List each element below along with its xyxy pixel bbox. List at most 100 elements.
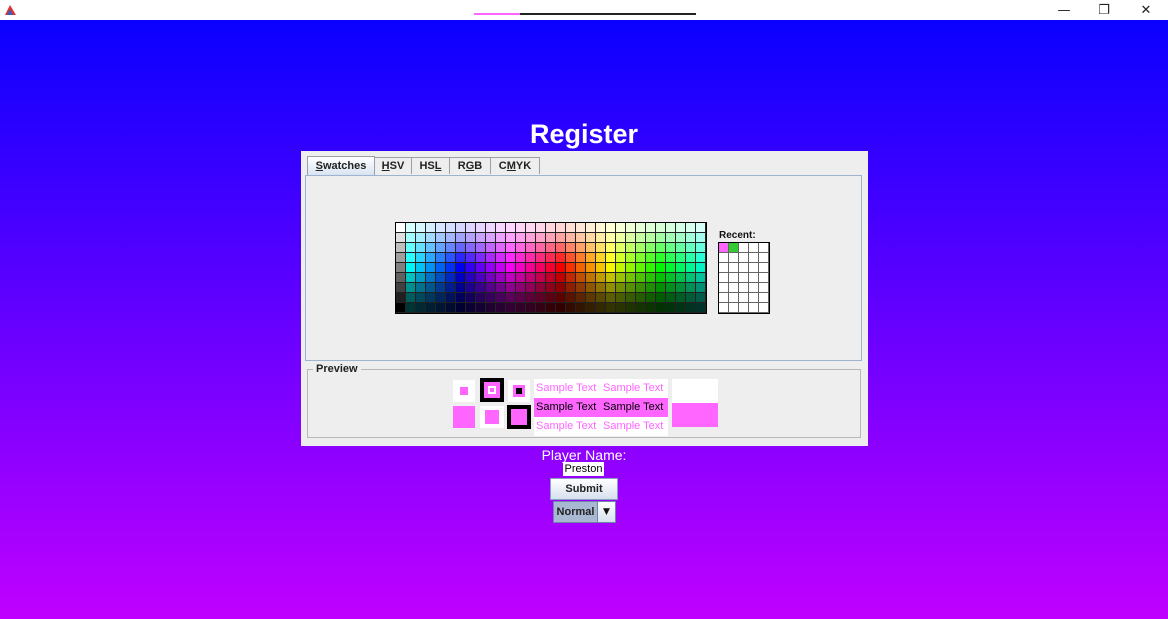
color-swatch[interactable] bbox=[696, 243, 706, 253]
color-swatch[interactable] bbox=[446, 293, 456, 303]
recent-swatch[interactable] bbox=[759, 273, 769, 283]
color-swatch[interactable] bbox=[656, 273, 666, 283]
recent-swatch[interactable] bbox=[729, 283, 739, 293]
color-swatch[interactable] bbox=[476, 243, 486, 253]
color-swatch[interactable] bbox=[656, 283, 666, 293]
recent-swatch[interactable] bbox=[739, 273, 749, 283]
color-swatch[interactable] bbox=[486, 253, 496, 263]
recent-swatch[interactable] bbox=[739, 263, 749, 273]
color-swatch[interactable] bbox=[436, 223, 446, 233]
color-swatch[interactable] bbox=[496, 263, 506, 273]
color-swatch[interactable] bbox=[406, 223, 416, 233]
color-swatch[interactable] bbox=[626, 293, 636, 303]
recent-swatch[interactable] bbox=[759, 293, 769, 303]
color-swatch[interactable] bbox=[396, 263, 406, 273]
color-swatch[interactable] bbox=[536, 233, 546, 243]
color-swatch[interactable] bbox=[686, 293, 696, 303]
color-swatch[interactable] bbox=[496, 303, 506, 313]
color-swatch[interactable] bbox=[626, 283, 636, 293]
color-swatch[interactable] bbox=[506, 293, 516, 303]
color-swatch[interactable] bbox=[516, 263, 526, 273]
recent-swatch[interactable] bbox=[749, 303, 759, 313]
color-swatch[interactable] bbox=[426, 273, 436, 283]
color-swatch[interactable] bbox=[566, 263, 576, 273]
color-swatch[interactable] bbox=[646, 303, 656, 313]
color-swatch[interactable] bbox=[396, 233, 406, 243]
color-swatch[interactable] bbox=[676, 263, 686, 273]
color-swatch[interactable] bbox=[576, 303, 586, 313]
color-swatch[interactable] bbox=[396, 293, 406, 303]
color-swatch[interactable] bbox=[616, 303, 626, 313]
color-swatch[interactable] bbox=[576, 243, 586, 253]
color-swatch[interactable] bbox=[516, 273, 526, 283]
color-swatch[interactable] bbox=[696, 263, 706, 273]
recent-swatch[interactable] bbox=[729, 263, 739, 273]
color-swatch[interactable] bbox=[626, 303, 636, 313]
color-swatch[interactable] bbox=[496, 223, 506, 233]
tab-swatches[interactable]: Swatches bbox=[307, 156, 375, 175]
color-swatch[interactable] bbox=[486, 283, 496, 293]
color-swatch[interactable] bbox=[586, 233, 596, 243]
color-swatch[interactable] bbox=[496, 273, 506, 283]
player-name-input[interactable]: Preston bbox=[563, 462, 604, 476]
color-swatch[interactable] bbox=[466, 283, 476, 293]
recent-swatch[interactable] bbox=[719, 273, 729, 283]
color-swatch[interactable] bbox=[666, 273, 676, 283]
color-swatch[interactable] bbox=[476, 233, 486, 243]
color-swatch[interactable] bbox=[396, 243, 406, 253]
color-swatch[interactable] bbox=[606, 263, 616, 273]
color-swatch[interactable] bbox=[576, 283, 586, 293]
color-swatch[interactable] bbox=[666, 223, 676, 233]
color-swatch[interactable] bbox=[496, 233, 506, 243]
color-swatch[interactable] bbox=[596, 243, 606, 253]
color-swatch[interactable] bbox=[456, 223, 466, 233]
color-swatch[interactable] bbox=[686, 243, 696, 253]
color-swatch[interactable] bbox=[656, 223, 666, 233]
color-swatch[interactable] bbox=[426, 293, 436, 303]
color-swatch[interactable] bbox=[626, 223, 636, 233]
color-swatch[interactable] bbox=[536, 253, 546, 263]
color-swatch[interactable] bbox=[446, 273, 456, 283]
color-swatch[interactable] bbox=[546, 303, 556, 313]
color-swatch[interactable] bbox=[676, 283, 686, 293]
color-swatch[interactable] bbox=[556, 223, 566, 233]
color-swatch[interactable] bbox=[486, 263, 496, 273]
color-swatch[interactable] bbox=[466, 293, 476, 303]
color-swatch[interactable] bbox=[686, 283, 696, 293]
color-swatch[interactable] bbox=[606, 223, 616, 233]
color-swatch[interactable] bbox=[496, 243, 506, 253]
color-swatch[interactable] bbox=[416, 223, 426, 233]
color-swatch[interactable] bbox=[466, 243, 476, 253]
color-swatch[interactable] bbox=[516, 233, 526, 243]
color-swatch[interactable] bbox=[606, 243, 616, 253]
color-swatch[interactable] bbox=[636, 243, 646, 253]
color-swatch[interactable] bbox=[626, 233, 636, 243]
color-swatch[interactable] bbox=[426, 263, 436, 273]
color-swatch[interactable] bbox=[446, 303, 456, 313]
color-swatch[interactable] bbox=[446, 233, 456, 243]
color-swatch[interactable] bbox=[606, 253, 616, 263]
recent-swatch[interactable] bbox=[749, 253, 759, 263]
color-swatch[interactable] bbox=[526, 223, 536, 233]
color-swatch[interactable] bbox=[616, 293, 626, 303]
color-swatch[interactable] bbox=[406, 253, 416, 263]
color-swatch[interactable] bbox=[436, 283, 446, 293]
color-swatch[interactable] bbox=[546, 243, 556, 253]
color-swatch[interactable] bbox=[456, 263, 466, 273]
color-swatch[interactable] bbox=[606, 293, 616, 303]
color-swatch[interactable] bbox=[556, 263, 566, 273]
color-swatch[interactable] bbox=[656, 253, 666, 263]
color-swatch[interactable] bbox=[416, 283, 426, 293]
color-swatch[interactable] bbox=[446, 243, 456, 253]
color-swatch[interactable] bbox=[696, 273, 706, 283]
color-swatch[interactable] bbox=[446, 253, 456, 263]
color-swatch[interactable] bbox=[696, 223, 706, 233]
color-swatch[interactable] bbox=[546, 293, 556, 303]
color-swatch[interactable] bbox=[576, 223, 586, 233]
color-swatch[interactable] bbox=[526, 233, 536, 243]
color-swatch[interactable] bbox=[596, 303, 606, 313]
color-swatch[interactable] bbox=[436, 293, 446, 303]
color-swatch[interactable] bbox=[666, 263, 676, 273]
color-swatch[interactable] bbox=[496, 293, 506, 303]
color-swatch[interactable] bbox=[396, 273, 406, 283]
